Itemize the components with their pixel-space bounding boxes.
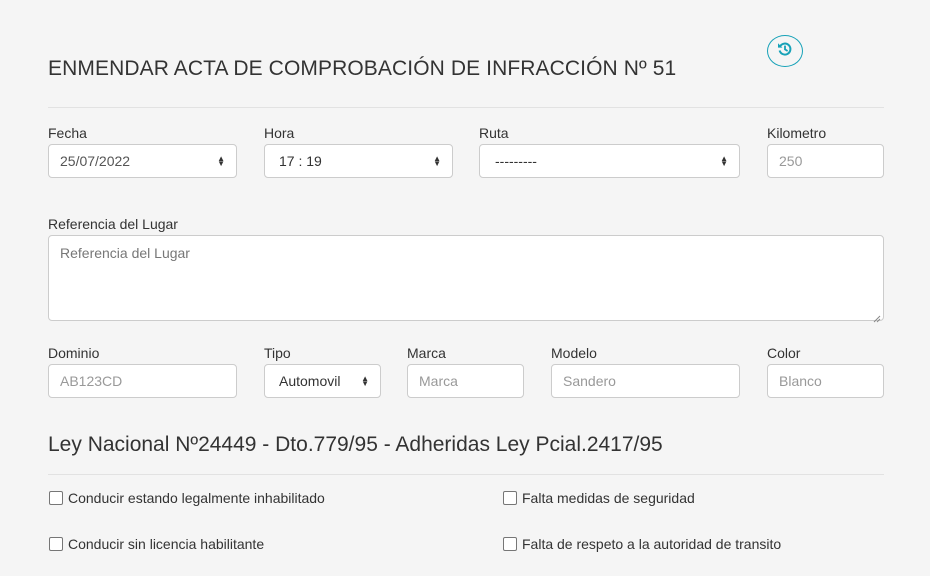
- marca-placeholder: Marca: [419, 373, 458, 389]
- kilometro-label: Kilometro: [767, 125, 827, 141]
- tipo-value: Automovil: [279, 373, 341, 389]
- tipo-label: Tipo: [264, 345, 291, 361]
- hora-label: Hora: [264, 125, 295, 141]
- select-arrows-icon: ▲ ▼: [217, 154, 225, 168]
- infraction-checkbox-row[interactable]: Conducir sin licencia habilitante: [49, 536, 264, 552]
- color-placeholder: Blanco: [779, 373, 822, 389]
- header-divider: [48, 107, 884, 108]
- marca-input[interactable]: Marca: [407, 364, 524, 398]
- fecha-value: 25/07/2022: [60, 153, 131, 169]
- infraction-checkbox-row[interactable]: Conducir estando legalmente inhabilitado: [49, 490, 325, 506]
- infraction-label: Falta medidas de seguridad: [522, 490, 695, 506]
- history-icon: [777, 41, 793, 62]
- hora-value: 17 : 19: [279, 153, 322, 169]
- infraction-label: Falta de respeto a la autoridad de trans…: [522, 536, 782, 552]
- checkbox[interactable]: [49, 537, 63, 551]
- infraction-label: Conducir sin licencia habilitante: [68, 536, 265, 552]
- referencia-placeholder: Referencia del Lugar: [60, 245, 190, 261]
- infraction-checkbox-row[interactable]: Falta de respeto a la autoridad de trans…: [503, 536, 781, 552]
- color-input[interactable]: Blanco: [767, 364, 884, 398]
- color-label: Color: [767, 345, 801, 361]
- dominio-label: Dominio: [48, 345, 100, 361]
- kilometro-input[interactable]: 250: [767, 144, 884, 178]
- dominio-input[interactable]: AB123CD: [48, 364, 237, 398]
- select-arrows-icon: ▲ ▼: [361, 374, 369, 388]
- select-arrows-icon: ▲ ▼: [720, 154, 728, 168]
- hora-input[interactable]: 17 : 19 ▲ ▼: [264, 144, 453, 178]
- checkbox[interactable]: [49, 491, 63, 505]
- page-title: ENMENDAR ACTA DE COMPROBACIÓN DE INFRACC…: [48, 57, 677, 80]
- marca-label: Marca: [407, 345, 446, 361]
- checkbox[interactable]: [503, 491, 517, 505]
- ruta-label: Ruta: [479, 125, 509, 141]
- infraction-checkbox-row[interactable]: Falta medidas de seguridad: [503, 490, 695, 506]
- ruta-value: ---------: [495, 153, 537, 169]
- kilometro-placeholder: 250: [779, 153, 803, 169]
- modelo-label: Modelo: [551, 345, 597, 361]
- checkbox[interactable]: [503, 537, 517, 551]
- ruta-select[interactable]: --------- ▲ ▼: [479, 144, 740, 178]
- resize-handle-icon[interactable]: [873, 310, 881, 323]
- modelo-input[interactable]: Sandero: [551, 364, 740, 398]
- fecha-select[interactable]: 25/07/2022 ▲ ▼: [48, 144, 237, 178]
- referencia-label: Referencia del Lugar: [48, 216, 178, 232]
- infraction-label: Conducir estando legalmente inhabilitado: [68, 490, 325, 506]
- law-section-title: Ley Nacional Nº24449 - Dto.779/95 - Adhe…: [48, 433, 663, 456]
- history-button[interactable]: [767, 35, 803, 67]
- section-divider: [48, 474, 884, 475]
- referencia-textarea[interactable]: Referencia del Lugar: [48, 235, 884, 323]
- spinner-arrows-icon: ▲ ▼: [433, 154, 441, 168]
- tipo-select[interactable]: Automovil ▲ ▼: [264, 364, 381, 398]
- fecha-label: Fecha: [48, 125, 87, 141]
- modelo-placeholder: Sandero: [563, 373, 616, 389]
- dominio-placeholder: AB123CD: [60, 373, 123, 389]
